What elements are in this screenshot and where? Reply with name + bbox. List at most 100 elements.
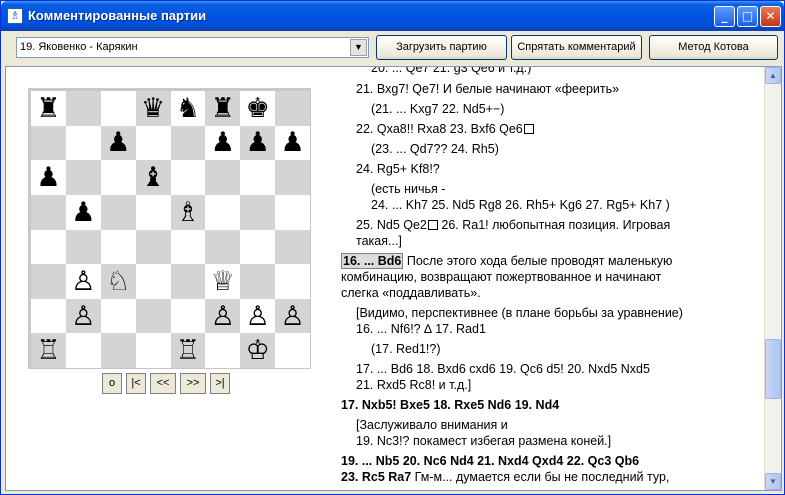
board-square[interactable]: [240, 194, 276, 230]
board-square[interactable]: [275, 333, 310, 368]
board-square[interactable]: ♖: [170, 333, 206, 368]
nav-prev-button[interactable]: <<: [150, 373, 176, 394]
board-square[interactable]: [135, 194, 171, 230]
board-square[interactable]: ♟: [100, 125, 136, 161]
board-square[interactable]: [31, 298, 66, 334]
board-square[interactable]: ♟: [240, 125, 276, 161]
nav-last-button[interactable]: >|: [210, 373, 230, 394]
game-select-value: 19. Яковенко - Карякин: [20, 41, 138, 53]
board-square[interactable]: [100, 229, 136, 265]
board-square[interactable]: [135, 264, 171, 299]
board-square[interactable]: ♙: [240, 298, 276, 334]
board-square[interactable]: [31, 125, 66, 161]
title-bar[interactable]: ♗ Комментированные партии _ □ ✕: [1, 1, 784, 31]
board-square[interactable]: [240, 229, 276, 265]
board-square[interactable]: [100, 91, 136, 126]
note-line: 24. ... Kh7 25. Nd5 Rg8 26. Rh5+ Kg6 27.…: [371, 198, 670, 212]
board-square[interactable]: [135, 298, 171, 334]
board-square[interactable]: [31, 264, 66, 299]
board-square[interactable]: [100, 194, 136, 230]
board-square[interactable]: ♘: [100, 264, 136, 299]
nav-start-button[interactable]: o: [102, 373, 122, 394]
maximize-button[interactable]: □: [737, 6, 758, 27]
main-window: ♗ Комментированные партии _ □ ✕ 19. Яков…: [0, 0, 785, 495]
note-line: 23. Rc5 Ra7 Гм-м... думается если бы не …: [341, 470, 669, 484]
board-square[interactable]: [240, 160, 276, 195]
board-square[interactable]: ♜: [31, 91, 66, 126]
scroll-thumb[interactable]: [765, 339, 781, 399]
board-square[interactable]: ♚: [240, 91, 276, 126]
note-line: 16. ... Nf6!? ∆ 17. Rad1: [356, 322, 486, 336]
chevron-down-icon[interactable]: ▼: [350, 39, 367, 56]
board-square[interactable]: [100, 333, 136, 368]
board-square[interactable]: [205, 194, 241, 230]
game-notes[interactable]: 20. ... Qe7 21. g3 Qe6 и т.д.) 21. Bxg7!…: [336, 67, 766, 490]
board-square[interactable]: [65, 333, 101, 368]
board-square[interactable]: ♟: [275, 125, 310, 161]
board-square[interactable]: [170, 160, 206, 195]
board-grid[interactable]: ♜ ♛ ♞ ♜ ♚ ♟ ♟ ♟ ♟ ♟ ♝ ♟ ♗ ♙ ♘ ♕ ♙ ♙ ♙ ♙ ♖ ♖ ♔: [31, 91, 310, 368]
current-move[interactable]: 16. ... Bd6: [341, 253, 404, 269]
board-square[interactable]: [275, 91, 310, 126]
board-square[interactable]: [170, 125, 206, 161]
note-line: 22. Qxa8!! Rxa8 23. Bxf6 Qe6: [356, 122, 534, 136]
board-square[interactable]: [100, 160, 136, 195]
board-square[interactable]: ♟: [31, 160, 66, 195]
board-square[interactable]: [31, 194, 66, 230]
board-square[interactable]: [205, 229, 241, 265]
window-title: Комментированные партии: [28, 8, 207, 23]
board-square[interactable]: [100, 298, 136, 334]
note-text: Гм-м... думается если бы не последний ту…: [411, 470, 670, 484]
board-square[interactable]: [170, 264, 206, 299]
board-square[interactable]: ♖: [31, 333, 66, 368]
scroll-up-button[interactable]: ▲: [765, 67, 781, 84]
board-square[interactable]: [135, 333, 171, 368]
board-square[interactable]: ♗: [170, 194, 206, 230]
board-square[interactable]: [275, 160, 310, 195]
board-square[interactable]: ♟: [65, 194, 101, 230]
board-square[interactable]: [275, 229, 310, 265]
board-square[interactable]: [170, 298, 206, 334]
board-square[interactable]: [170, 229, 206, 265]
board-square[interactable]: ♙: [275, 298, 310, 334]
note-text: 26. Ra1! любопытная позиция. Игровая: [437, 218, 671, 232]
board-square[interactable]: [205, 333, 241, 368]
board-square[interactable]: [31, 229, 66, 265]
hide-comments-button[interactable]: Спрятать комментарий: [511, 35, 642, 60]
kotov-method-button[interactable]: Метод Котова: [649, 35, 778, 60]
close-button[interactable]: ✕: [760, 6, 781, 27]
nav-first-button[interactable]: |<: [126, 373, 146, 394]
board-square[interactable]: [205, 160, 241, 195]
board-square[interactable]: ♝: [135, 160, 171, 195]
board-square[interactable]: ♛: [135, 91, 171, 126]
vertical-scrollbar[interactable]: ▲ ▼: [764, 67, 781, 490]
board-square[interactable]: [135, 229, 171, 265]
load-game-button[interactable]: Загрузить партию: [376, 35, 507, 60]
board-square[interactable]: ♞: [170, 91, 206, 126]
board-square[interactable]: [65, 91, 101, 126]
scroll-down-button[interactable]: ▼: [765, 473, 781, 490]
board-square[interactable]: [65, 229, 101, 265]
board-square[interactable]: [275, 194, 310, 230]
minimize-button[interactable]: _: [714, 6, 735, 27]
note-text: 25. Nd5 Qe2: [356, 218, 427, 232]
board-square[interactable]: ♔: [240, 333, 276, 368]
board-square[interactable]: [135, 125, 171, 161]
note-line: 25. Nd5 Qe2 26. Ra1! любопытная позиция.…: [356, 218, 670, 232]
nav-next-button[interactable]: >>: [180, 373, 206, 394]
note-line: (есть ничья -: [371, 182, 446, 196]
board-square[interactable]: ♙: [65, 298, 101, 334]
board-square[interactable]: ♙: [65, 264, 101, 299]
board-square[interactable]: ♜: [205, 91, 241, 126]
board-square[interactable]: [240, 264, 276, 299]
board-square[interactable]: [275, 264, 310, 299]
board-square[interactable]: ♕: [205, 264, 241, 299]
chess-board[interactable]: ♜ ♛ ♞ ♜ ♚ ♟ ♟ ♟ ♟ ♟ ♝ ♟ ♗ ♙ ♘ ♕ ♙ ♙ ♙ ♙ ♖ ♖ ♔: [28, 88, 311, 369]
game-select[interactable]: 19. Яковенко - Карякин ▼: [16, 37, 369, 58]
board-square[interactable]: [65, 125, 101, 161]
board-square[interactable]: [65, 160, 101, 195]
note-line: 17. Nxb5! Bxe5 18. Rxe5 Nd6 19. Nd4: [341, 398, 560, 412]
board-square[interactable]: ♙: [205, 298, 241, 334]
board-square[interactable]: ♟: [205, 125, 241, 161]
note-line: слегка «поддавливать».: [341, 286, 481, 300]
